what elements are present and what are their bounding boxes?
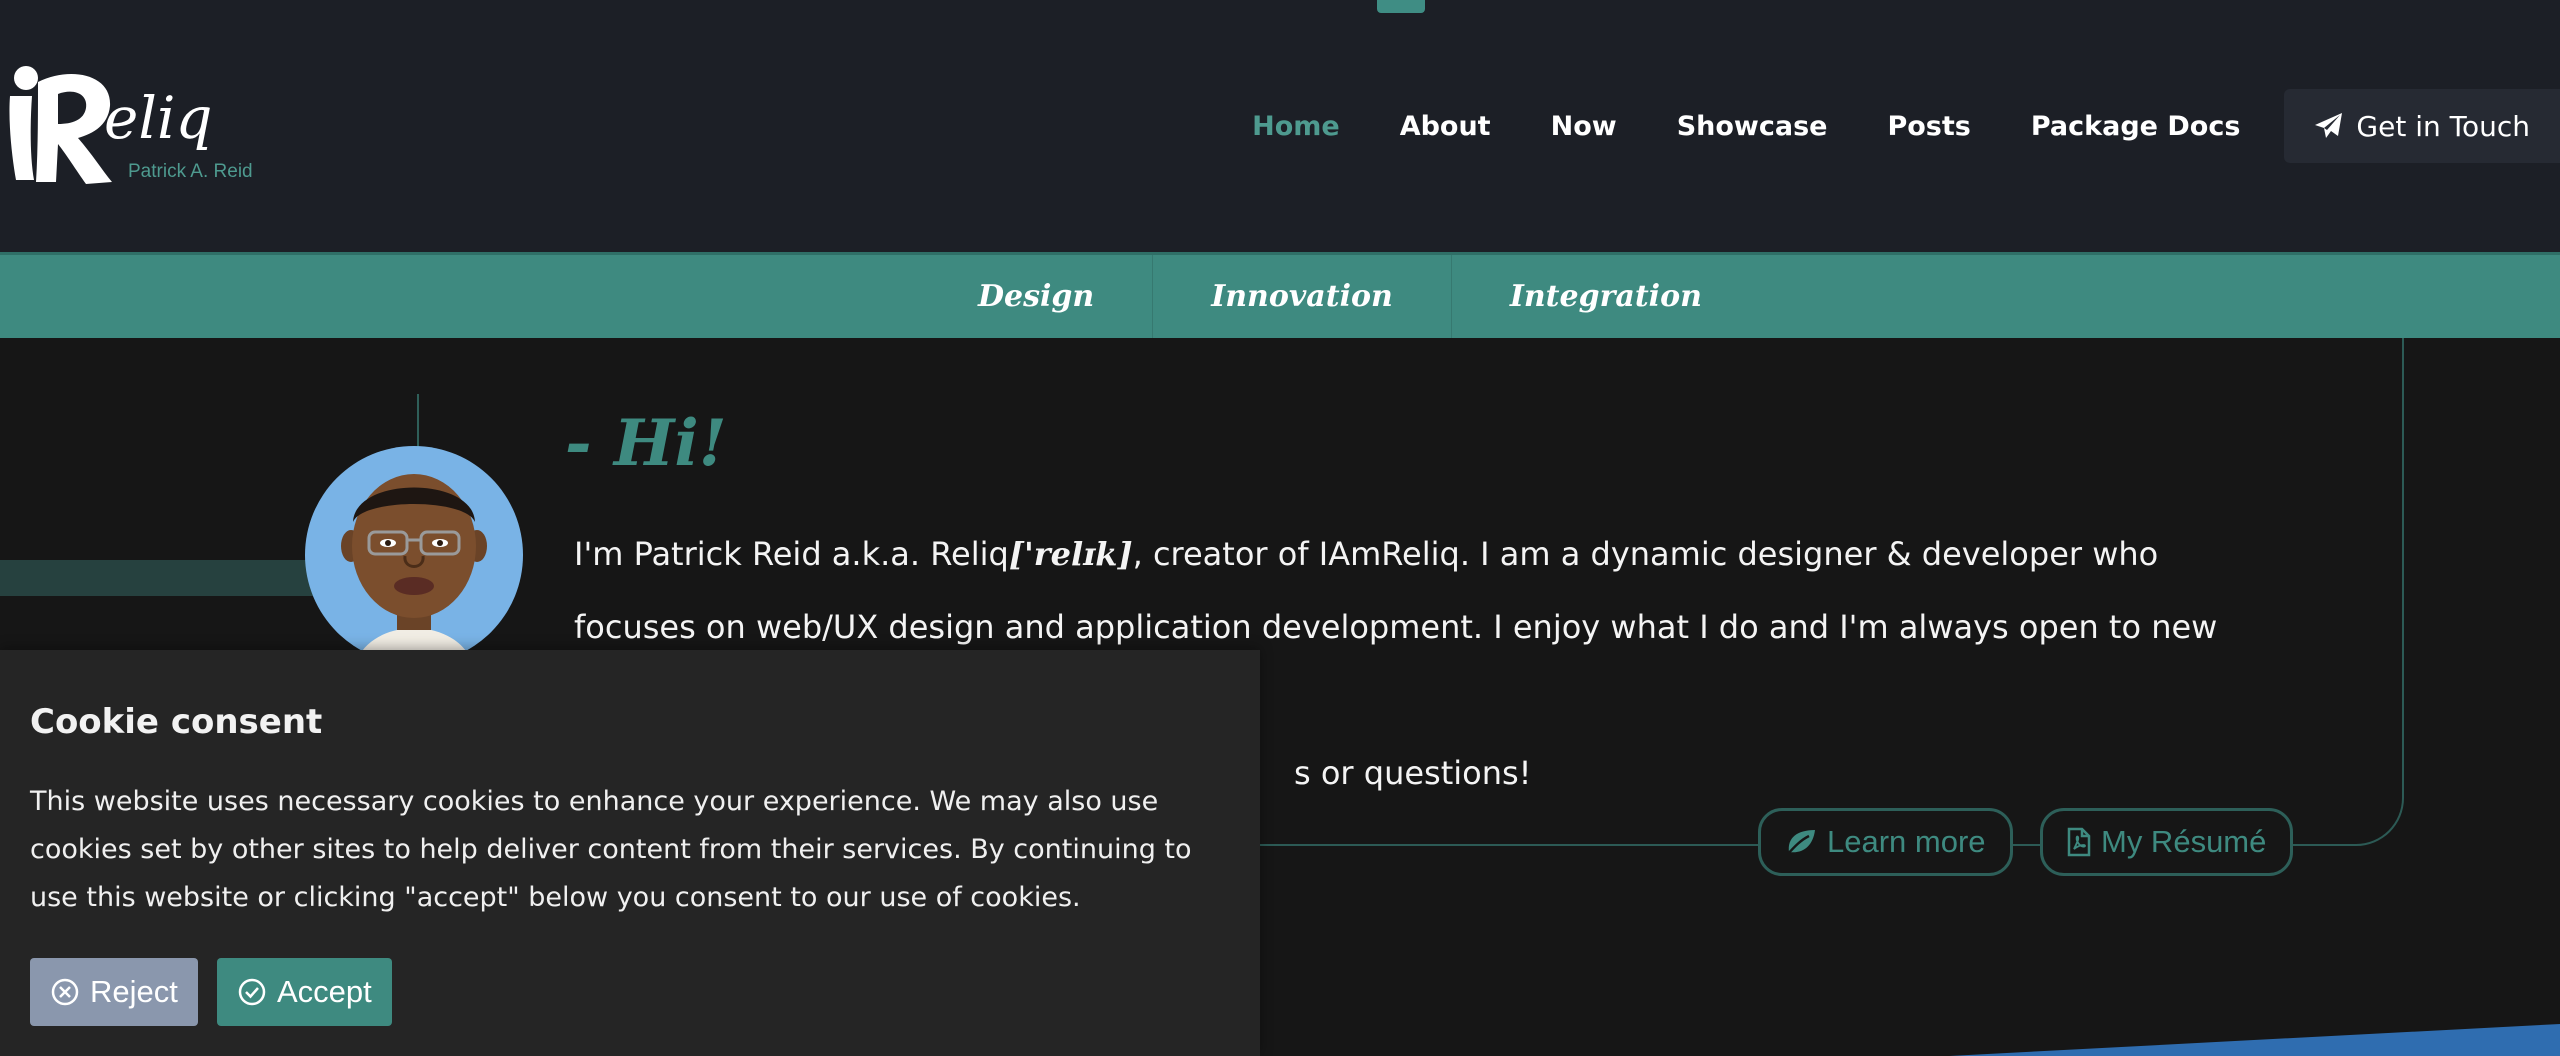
- nav-now[interactable]: Now: [1551, 111, 1617, 142]
- nav-package-docs[interactable]: Package Docs: [2031, 111, 2241, 142]
- intro-text-start: I'm Patrick Reid a.k.a. Reliq: [574, 535, 1009, 573]
- nav-home[interactable]: Home: [1252, 111, 1340, 142]
- accept-label: Accept: [277, 974, 372, 1009]
- nav-posts[interactable]: Posts: [1887, 111, 1970, 142]
- get-in-touch-label: Get in Touch: [2356, 109, 2530, 143]
- intro-text-tail: s or questions!: [1294, 754, 1532, 792]
- tagline-band: Design Innovation Integration: [0, 252, 2560, 338]
- tagline-integration: Integration: [1509, 279, 1702, 314]
- decorative-bar: [0, 560, 320, 596]
- reject-label: Reject: [90, 974, 178, 1009]
- nav-showcase[interactable]: Showcase: [1677, 111, 1828, 142]
- tagline-design: Design: [920, 255, 1154, 338]
- reject-button[interactable]: Reject: [30, 958, 198, 1026]
- paper-plane-icon: [2314, 112, 2344, 140]
- avatar-illustration: [341, 474, 487, 664]
- site-logo[interactable]: eliq Patrick A. Reid: [0, 62, 260, 192]
- accept-button[interactable]: Accept: [217, 958, 392, 1026]
- leaf-icon: [1785, 828, 1817, 856]
- cookie-title: Cookie consent: [30, 702, 323, 742]
- nav-about[interactable]: About: [1400, 111, 1491, 142]
- site-header: eliq Patrick A. Reid Home About Now Show…: [0, 0, 2560, 252]
- tagline-innovation: Innovation: [1153, 255, 1452, 338]
- learn-more-button[interactable]: Learn more: [1758, 808, 2013, 876]
- x-circle-icon: [50, 977, 80, 1007]
- resume-button[interactable]: My Résumé: [2040, 808, 2294, 876]
- get-in-touch-button[interactable]: Get in Touch: [2284, 89, 2560, 163]
- svg-text:eliq: eliq: [104, 84, 213, 152]
- logo-subtitle: Patrick A. Reid: [128, 161, 253, 182]
- cookie-consent-banner: Cookie consent This website uses necessa…: [0, 650, 1260, 1056]
- check-circle-icon: [237, 977, 267, 1007]
- avatar: [305, 446, 523, 664]
- pdf-file-icon: [2067, 827, 2091, 857]
- main-nav: Home About Now Showcase Posts Package Do…: [1192, 88, 2560, 164]
- resume-label: My Résumé: [2101, 824, 2267, 859]
- greeting-heading: - Hi!: [565, 406, 727, 481]
- decorative-wedge: [1900, 1024, 2560, 1056]
- learn-more-label: Learn more: [1827, 824, 1986, 859]
- cookie-text: This website uses necessary cookies to e…: [30, 786, 1192, 913]
- pronunciation: ['relɪk]: [1008, 535, 1133, 573]
- tagline-list: Design Innovation Integration: [920, 255, 1760, 338]
- top-notch: [1377, 0, 1425, 13]
